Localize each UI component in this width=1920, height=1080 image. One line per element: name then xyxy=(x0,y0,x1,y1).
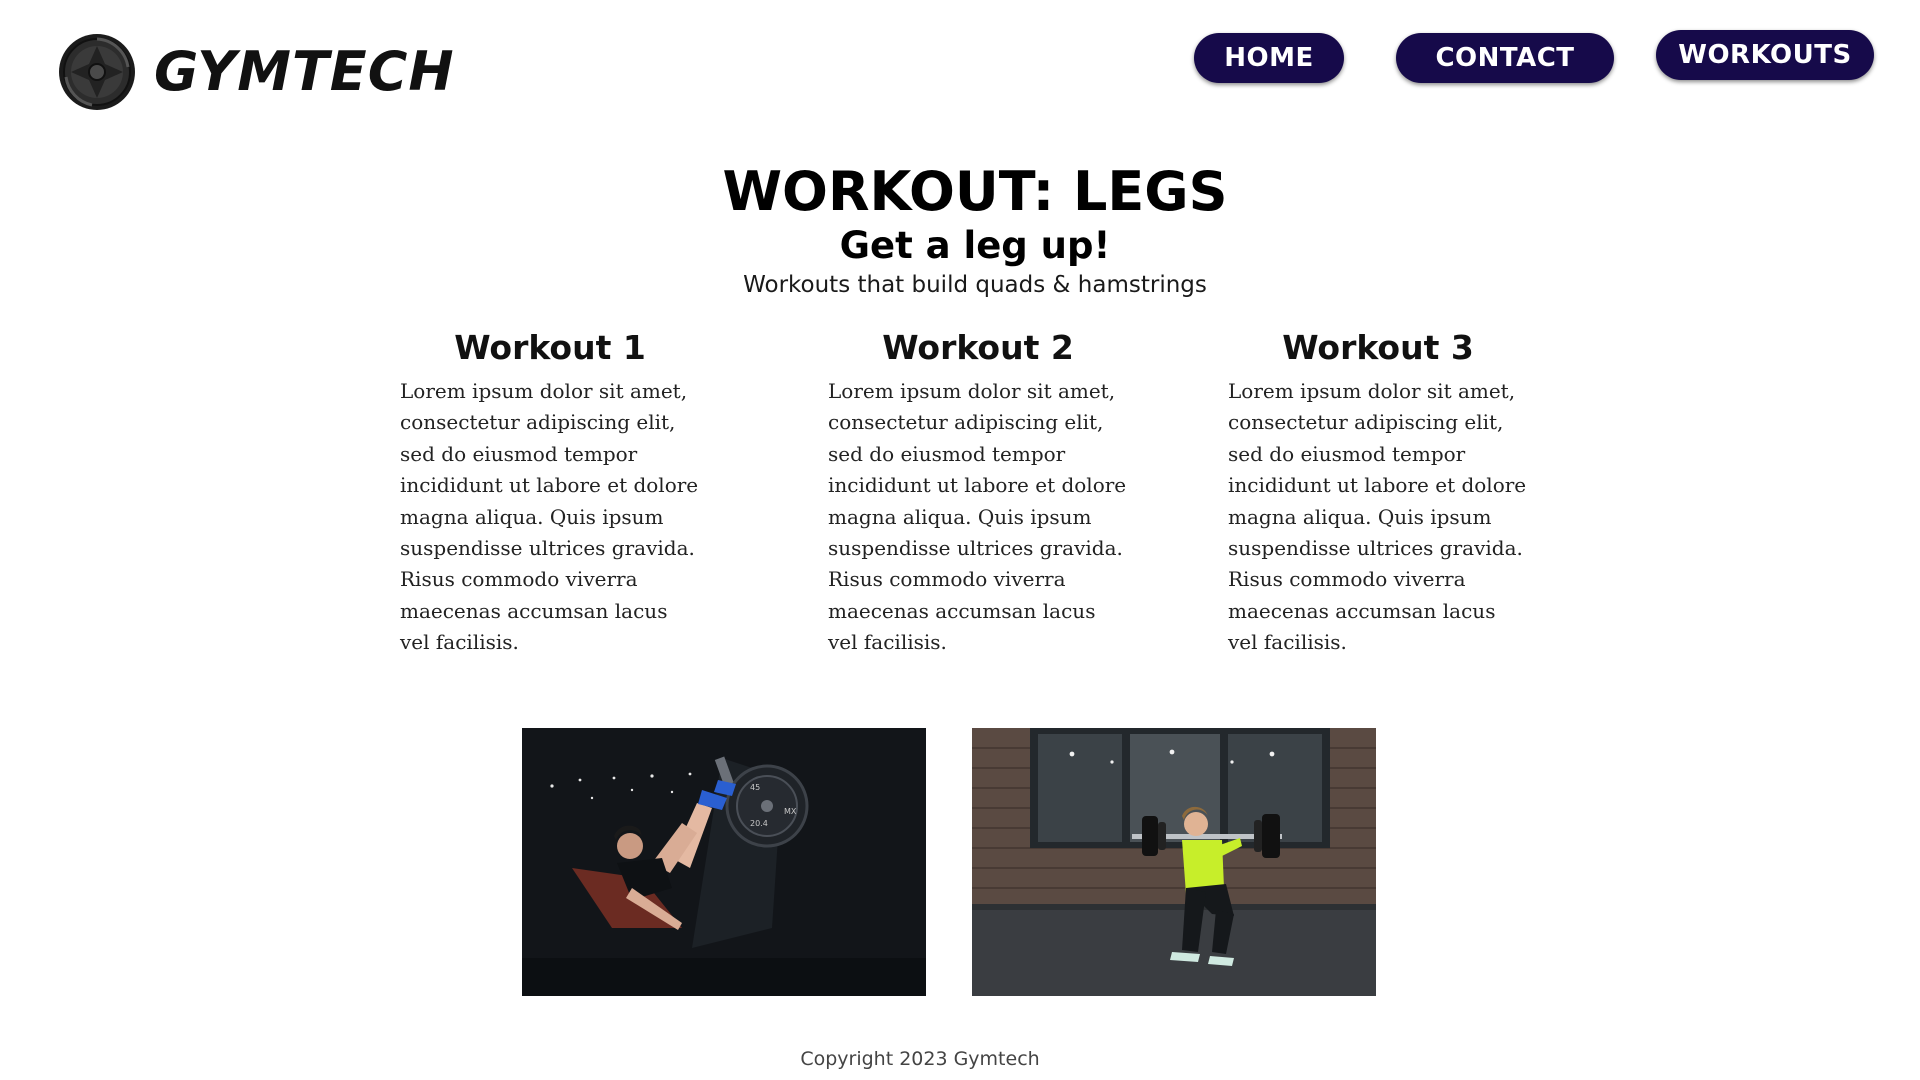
workout-title: Workout 1 xyxy=(454,328,646,367)
workout-description: Lorem ipsum dolor sit amet, consectetur … xyxy=(828,379,1127,655)
footer-copyright: Copyright 2023 Gymtech xyxy=(800,1048,1040,1070)
hero: WORKOUT: LEGS Get a leg up! Workouts tha… xyxy=(0,160,1920,302)
workout-card-3: Workout 3 Lorem ipsum dolor sit amet, co… xyxy=(1228,326,1528,659)
plate-label: MX xyxy=(784,807,797,816)
nav-contact-button[interactable]: CONTACT xyxy=(1396,33,1614,83)
workout-description: Lorem ipsum dolor sit amet, consectetur … xyxy=(1228,379,1527,655)
page-subtitle: Get a leg up! xyxy=(839,224,1111,267)
nav-home-button[interactable]: HOME xyxy=(1194,33,1344,83)
nav-workouts-button[interactable]: WORKOUTS xyxy=(1656,30,1874,80)
workout-title: Workout 3 xyxy=(1282,328,1474,367)
workout-card-1: Workout 1 Lorem ipsum dolor sit amet, co… xyxy=(400,326,700,659)
workout-title: Workout 2 xyxy=(882,328,1074,367)
plate-label: 20.4 xyxy=(750,819,768,828)
page-title: WORKOUT: LEGS xyxy=(722,160,1228,223)
barbell-squat-photo xyxy=(972,728,1376,996)
main-nav: HOME CONTACT WORKOUTS xyxy=(0,30,1920,84)
workout-description: Lorem ipsum dolor sit amet, consectetur … xyxy=(400,379,699,655)
plate-label: 45 xyxy=(750,783,760,792)
workout-card-2: Workout 2 Lorem ipsum dolor sit amet, co… xyxy=(828,326,1128,659)
leg-press-photo: 45 20.4 MX xyxy=(522,728,926,996)
page: GYMTECH HOME CONTACT WORKOUTS WORKOUT: L… xyxy=(0,0,1920,1080)
page-tagline: Workouts that build quads & hamstrings xyxy=(743,272,1207,298)
